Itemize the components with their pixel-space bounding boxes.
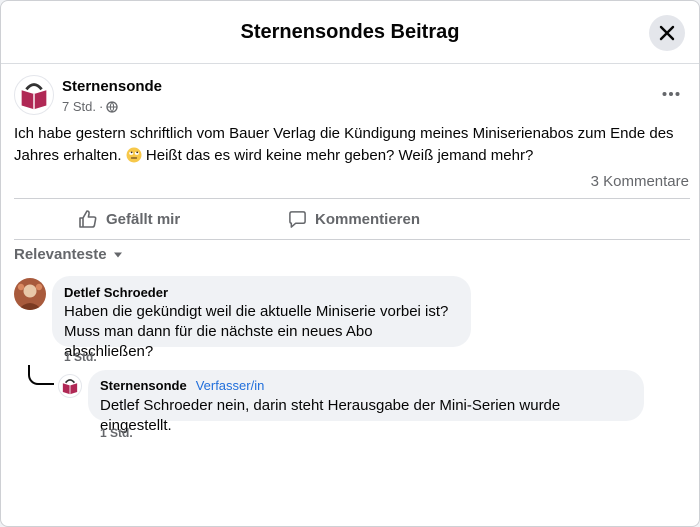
comment-label: Kommentieren (315, 210, 421, 228)
book-logo-icon (21, 83, 47, 110)
commenter-avatar[interactable] (14, 278, 46, 310)
post-author-name[interactable]: Sternensonde (62, 78, 162, 95)
reply-bubble: Sternensonde Verfasser/in Detlef Schroede… (88, 370, 644, 434)
meta-separator: · (98, 99, 104, 114)
close-button[interactable] (649, 15, 685, 51)
book-logo-icon (62, 379, 78, 395)
comment-count[interactable]: 3 Kommentare (591, 173, 689, 190)
dialog-title: Sternensondes Beitrag (240, 21, 460, 43)
dialog-header: Sternensondes Beitrag (1, 1, 699, 64)
author-avatar[interactable] (14, 75, 54, 115)
post-dialog: Sternensondes Beitrag Sternensonde 7 Std… (0, 0, 700, 527)
more-icon (662, 92, 680, 96)
comment-sort-dropdown[interactable]: Relevanteste (14, 246, 123, 263)
post-meta: 7 Std. · (62, 99, 118, 114)
comment-icon (289, 210, 306, 228)
divider-top (14, 198, 690, 199)
reply-author-line: Sternensonde Verfasser/in (100, 378, 632, 393)
sort-label: Relevanteste (14, 246, 107, 263)
author-badge: Verfasser/in (195, 378, 265, 393)
post-options-button[interactable] (653, 79, 689, 109)
divider-bottom (14, 239, 690, 240)
comment-line-2: Muss man dann für die nächste ein neues … (64, 323, 373, 360)
commenter-name[interactable]: Detlef Schroeder (64, 285, 459, 300)
roll-eyes-emoji (126, 147, 142, 163)
comment-button[interactable]: Kommentieren (288, 201, 420, 237)
close-icon (659, 25, 675, 41)
reply-time[interactable]: 1 Std. (100, 426, 133, 440)
post-time[interactable]: 7 Std. (62, 99, 96, 114)
like-label: Gefällt mir (106, 210, 181, 228)
globe-icon (106, 100, 118, 113)
reply-author-avatar[interactable] (58, 374, 82, 398)
comment-bubble: Detlef Schroeder Haben die gekündigt wei… (52, 276, 471, 360)
user-photo-icon (14, 278, 46, 310)
caret-down-icon (113, 252, 122, 257)
like-icon (79, 210, 97, 228)
reply-text: Detlef Schroeder nein, darin steht Herau… (100, 397, 561, 434)
reply-thread-line (28, 365, 54, 385)
post-text: Ich habe gestern schriftlich vom Bauer V… (14, 123, 690, 167)
like-button[interactable]: Gefällt mir (78, 201, 180, 237)
comment-time[interactable]: 1 Std. (64, 350, 97, 364)
comment-line-1: Haben die gekündigt weil die aktuelle Mi… (64, 303, 449, 320)
post-text-part-2: Heißt das es wird keine mehr geben? Weiß… (145, 147, 534, 164)
reply-author-name[interactable]: Sternensonde (100, 378, 187, 393)
